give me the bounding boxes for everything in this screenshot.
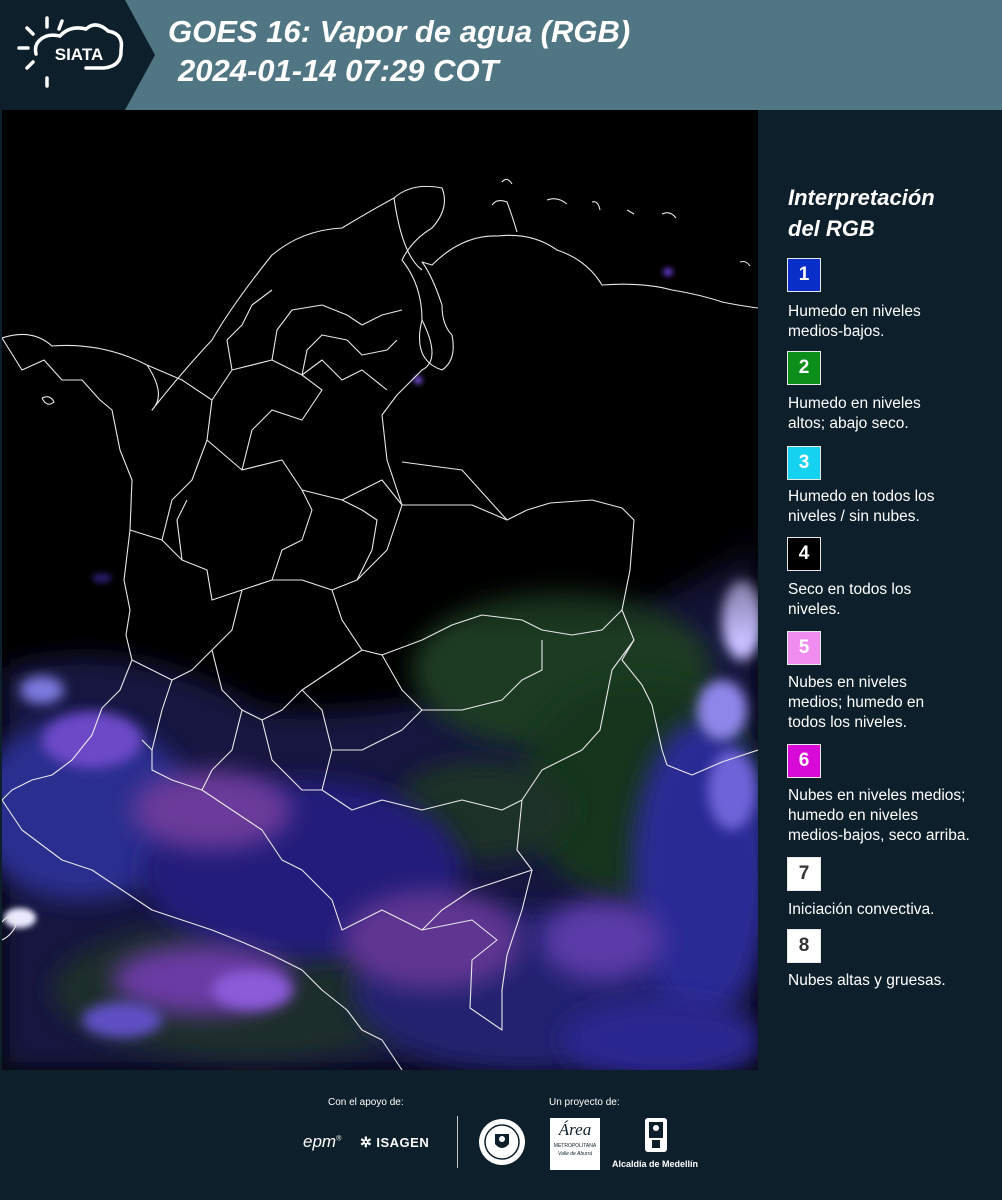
satellite-map [2,110,758,1070]
legend-desc-7: Iniciación convectiva. [788,901,935,918]
legend-desc-3: Humedo en todos los niveles / sin nubes. [788,488,935,525]
legend-desc-6: Nubes en niveles medios; humedo en nivel… [788,787,970,844]
area-metropolitana-logo: Área METROPOLITANA Valle de Aburrá [550,1118,600,1170]
page-timestamp: 2024-01-14 07:29 COT [178,53,499,88]
project-label: Un proyecto de: [549,1097,620,1108]
legend-swatch-4: 4 [787,537,821,571]
legend-desc-4: Seco en todos los niveles. [788,581,912,618]
isagen-logo: ✲ ISAGEN [360,1134,430,1150]
legend-swatch-7: 7 [787,857,821,891]
svg-text:SIATA: SIATA [55,45,103,64]
legend-swatch-3: 3 [787,446,821,480]
legend-desc-5: Nubes en niveles medios; humedo en todos… [788,674,925,731]
page-title: GOES 16: Vapor de agua (RGB) [168,14,631,49]
alcaldia-shield-icon [645,1118,667,1152]
legend-title: Interpretación del RGB [788,185,935,241]
medellin-seal-icon [479,1119,525,1165]
header: SIATA GOES 16: Vapor de agua (RGB) 2024-… [0,0,1002,110]
legend-swatch-5: 5 [787,631,821,665]
support-label: Con el apoyo de: [328,1097,404,1108]
isagen-icon: ✲ [360,1134,373,1150]
legend-desc-2: Humedo en niveles altos; abajo seco. [788,395,921,432]
legend-swatch-2: 2 [787,351,821,385]
legend-swatch-6: 6 [787,744,821,778]
legend-swatch-1: 1 [787,258,821,292]
alcaldia-label: Alcaldía de Medellín [612,1159,699,1169]
legend-swatch-8: 8 [787,929,821,963]
siata-logo: SIATA [0,0,155,110]
footer-divider [457,1116,458,1168]
legend-desc-8: Nubes altas y gruesas. [788,972,946,989]
rgb-legend: Interpretación del RGB 1 Humedo en nivel… [760,110,1002,1070]
epm-logo: epm® [303,1132,342,1151]
legend-desc-1: Humedo en niveles medios-bajos. [788,303,921,340]
footer: Con el apoyo de: Un proyecto de: epm® ✲ … [0,1070,1002,1200]
